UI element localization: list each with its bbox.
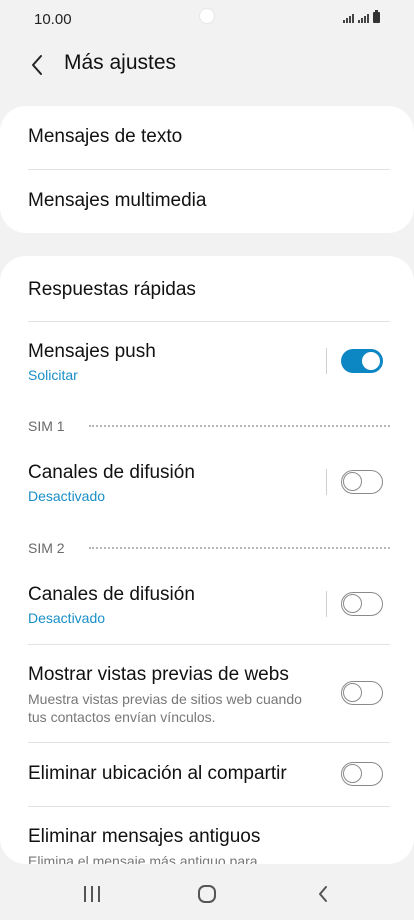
toggle-knob [343,764,362,783]
web-previews-description: Muestra vistas previas de sitios web cua… [28,691,302,725]
signal-sim1-icon [343,14,354,23]
divider [28,321,390,322]
multimedia-messages-label: Mensajes multimedia [28,190,207,211]
multimedia-messages-item[interactable]: Mensajes multimedia [28,190,390,212]
text-messages-item[interactable]: Mensajes de texto [28,126,390,148]
nav-back-button[interactable] [303,880,343,908]
messages-types-card: Mensajes de texto Mensajes multimedia [0,106,414,233]
delete-old-messages-description: Elimina el mensaje más antiguo para [28,853,258,864]
sim1-section-divider [89,425,390,427]
battery-icon [373,10,380,23]
toggle-knob [343,594,362,613]
home-icon [198,885,216,903]
toggle-knob [343,683,362,702]
web-previews-label: Mostrar vistas previas de webs [28,664,289,685]
navigation-bar [0,864,414,920]
vertical-separator [326,348,327,374]
status-time: 10.00 [34,11,72,28]
toggle-knob [343,472,362,491]
divider [28,169,390,170]
back-button[interactable] [22,50,52,80]
remove-location-toggle[interactable] [341,762,383,786]
sim1-broadcast-channels-toggle[interactable] [341,470,383,494]
sim1-broadcast-channels-status: Desactivado [28,488,106,504]
sim2-section-label: SIM 2 [28,540,65,556]
sim2-broadcast-channels-label: Canales de difusión [28,584,195,605]
sim1-broadcast-channels-item[interactable]: Canales de difusión Desactivado [28,462,390,504]
web-previews-item[interactable]: Mostrar vistas previas de webs Muestra v… [28,664,390,726]
push-messages-label: Mensajes push [28,341,156,362]
quick-replies-label: Respuestas rápidas [28,279,196,300]
chevron-left-icon [32,55,42,75]
remove-location-label: Eliminar ubicación al compartir [28,763,287,784]
text-messages-label: Mensajes de texto [28,126,183,147]
divider [28,644,390,645]
app-header: Más ajustes [0,40,414,90]
message-settings-card: Respuestas rápidas Mensajes push Solicit… [0,256,414,864]
push-messages-status: Solicitar [28,367,78,383]
sim1-broadcast-channels-label: Canales de difusión [28,462,195,483]
status-icons [343,10,380,23]
page-title: Más ajustes [64,51,177,74]
push-messages-item[interactable]: Mensajes push Solicitar [28,341,390,383]
web-previews-toggle[interactable] [341,681,383,705]
recent-apps-button[interactable] [72,880,112,908]
sim2-section-divider [89,547,390,549]
push-messages-toggle[interactable] [341,349,383,373]
toggle-knob [360,350,382,372]
vertical-separator [326,469,327,495]
sim2-broadcast-channels-status: Desactivado [28,610,106,626]
vertical-separator [326,591,327,617]
home-button[interactable] [187,880,227,908]
signal-sim2-icon [358,14,369,23]
sim2-broadcast-channels-toggle[interactable] [341,592,383,616]
sim1-section-label: SIM 1 [28,418,65,434]
quick-replies-item[interactable]: Respuestas rápidas [28,279,390,301]
recent-apps-icon [84,886,100,902]
back-icon [319,886,327,902]
remove-location-item[interactable]: Eliminar ubicación al compartir [28,763,390,785]
delete-old-messages-item[interactable]: Eliminar mensajes antiguos Elimina el me… [28,826,390,864]
divider [28,806,390,807]
status-bar: 10.00 [0,0,414,40]
front-camera [199,8,215,24]
divider [28,742,390,743]
sim2-broadcast-channels-item[interactable]: Canales de difusión Desactivado [28,584,390,626]
delete-old-messages-label: Eliminar mensajes antiguos [28,826,261,847]
